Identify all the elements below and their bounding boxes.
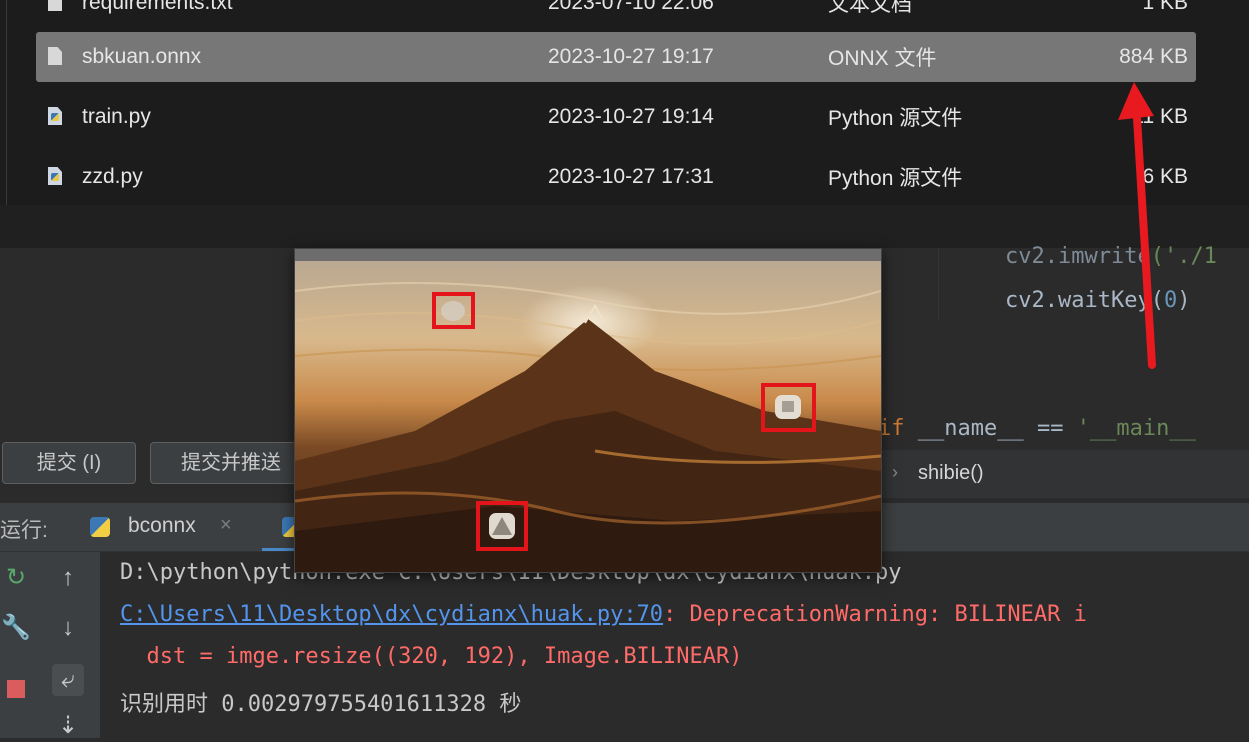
chevron-right-icon: › [892,462,898,482]
stop-icon[interactable] [0,672,32,704]
explorer-footer [0,205,1249,248]
file-explorer: requirements.txt 2023-07-10 22:06 文本文档 1… [0,0,1249,248]
file-date: 2023-10-27 19:14 [548,105,714,128]
breadcrumb-item[interactable]: shibie() [918,462,984,485]
commit-bar: 提交 (I) 提交并推送 [0,436,312,488]
file-type: Python 源文件 [828,167,963,190]
file-row-train-py[interactable]: train.py 2023-10-27 19:14 Python 源文件 11 … [36,92,1196,142]
file-date: 2023-10-27 17:31 [548,165,714,188]
file-row-requirements[interactable]: requirements.txt 2023-07-10 22:06 文本文档 1… [36,0,1196,28]
scroll-to-end-icon[interactable]: ⇣ [52,710,84,742]
warning-source-link[interactable]: C:\Users\11\Desktop\dx\cydianx\huak.py:7… [120,602,663,627]
console-result: 识别用时 0.002979755401611328 秒 [120,692,522,717]
file-date: 2023-10-27 19:17 [548,45,714,68]
arrow-up-icon[interactable]: ↑ [52,562,84,594]
file-name: train.py [82,105,151,128]
file-type: Python 源文件 [828,107,963,130]
wrench-icon[interactable]: 🔧 [0,612,32,644]
breadcrumb: › shibie() [878,450,1249,498]
commit-button[interactable]: 提交 (I) [2,442,136,484]
file-icon [48,47,64,67]
file-date: 2023-07-10 22:06 [548,0,714,14]
image-window-titlebar[interactable] [295,249,881,261]
file-name: sbkuan.onnx [82,45,202,68]
code-line-main-guard: if __name__ == '__main__ [878,416,1196,441]
run-console[interactable]: D:\python\python.exe C:\Users\11\Desktop… [100,552,1249,738]
soft-wrap-icon[interactable]: ⤶ [52,664,84,696]
arrow-down-icon[interactable]: ↓ [52,612,84,644]
run-toolbar: ↻ ↑ 🔧 ↓ ⤶ ⇣ [0,552,100,739]
file-row-zzd-py[interactable]: zzd.py 2023-10-27 17:31 Python 源文件 6 KB [36,152,1196,202]
image-preview-window[interactable] [294,248,882,573]
file-row-sbkuan-onnx[interactable]: sbkuan.onnx 2023-10-27 19:17 ONNX 文件 884… [36,32,1196,82]
file-name: requirements.txt [82,0,233,14]
commit-push-button[interactable]: 提交并推送 [150,442,312,484]
annotation-arrow [1118,82,1156,369]
file-type: ONNX 文件 [828,47,937,70]
file-size: 1 KB [1142,0,1188,14]
python-file-icon [48,107,64,127]
console-warning-code: dst = imge.resize((320, 192), Image.BILI… [120,644,743,669]
python-file-icon [48,167,64,187]
file-name: zzd.py [82,165,143,188]
rerun-icon[interactable]: ↻ [0,562,32,594]
explorer-divider [6,0,7,205]
text-file-icon [48,0,64,13]
file-type: 文本文档 [828,0,912,16]
console-warning: C:\Users\11\Desktop\dx\cydianx\huak.py:7… [120,602,1087,627]
run-tab-active[interactable] [0,503,310,551]
detection-result-image [295,261,881,572]
code-editor[interactable]: cv2.imwrite('./1 cv2.waitKey(0) [938,244,1249,320]
